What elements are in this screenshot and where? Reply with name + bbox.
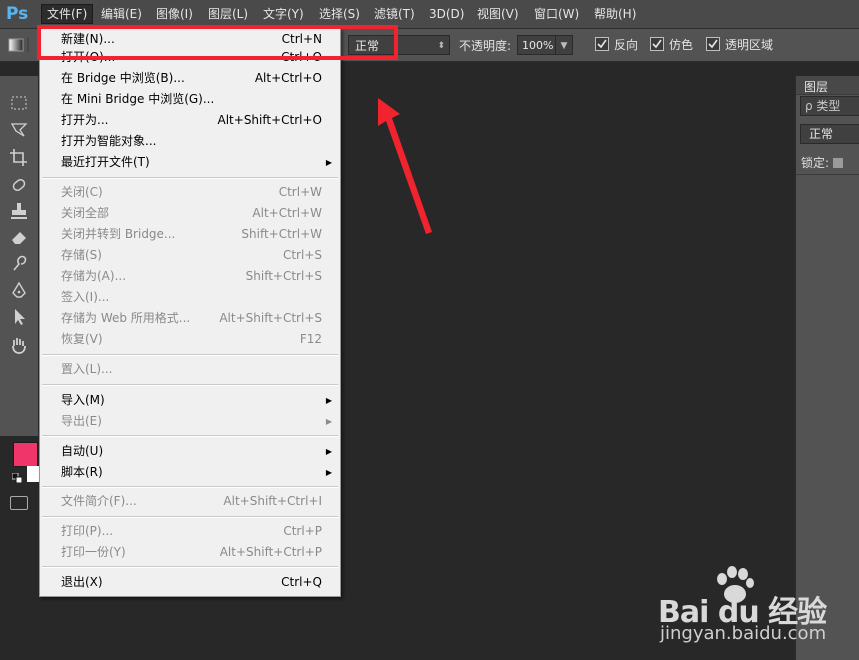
menu-edit[interactable]: 编辑(E) [96, 5, 147, 23]
menu-item-recent-files[interactable]: 最近打开文件(T) ▶ [40, 152, 340, 173]
menu-separator [42, 486, 338, 488]
menu-item-revert[interactable]: 恢复(V) F12 [40, 329, 340, 350]
gradient-preset-icon[interactable] [8, 36, 34, 54]
submenu-arrow-icon: ▶ [325, 396, 332, 405]
path-selection-icon[interactable] [6, 306, 32, 328]
photoshop-logo: Ps [6, 4, 29, 24]
menu-item-save[interactable]: 存储(S) Ctrl+S [40, 245, 340, 266]
checkbox-check-icon [595, 37, 609, 51]
menu-separator [42, 177, 338, 179]
reverse-checkbox[interactable]: 反向 [595, 37, 638, 53]
watermark-url: jingyan.baidu.com [660, 623, 827, 644]
background-color-swatch[interactable] [27, 466, 39, 482]
menu-separator [42, 435, 338, 437]
layer-blend-mode-select[interactable]: 正常 [800, 124, 859, 144]
menu-item-close-all[interactable]: 关闭全部 Alt+Ctrl+W [40, 203, 340, 224]
menu-item-scripts[interactable]: 脚本(R) ▶ [40, 462, 340, 483]
menu-item-export[interactable]: 导出(E) ▶ [40, 411, 340, 432]
transparency-label: 透明区域 [725, 38, 774, 52]
menu-layer[interactable]: 图层(L) [203, 5, 253, 23]
menu-item-open-smart-object[interactable]: 打开为智能对象... [40, 131, 340, 152]
opacity-field[interactable]: 100% ▼ [517, 35, 573, 55]
eraser-tool-icon[interactable] [6, 226, 32, 248]
tools-panel [0, 76, 39, 510]
hand-tool-icon[interactable] [6, 334, 32, 356]
menu-item-close[interactable]: 关闭(C) Ctrl+W [40, 182, 340, 203]
marquee-tool-icon[interactable] [6, 92, 32, 114]
opacity-label: 不透明度: [459, 39, 512, 53]
updown-arrow-icon: ⬍ [437, 41, 445, 51]
checkbox-check-icon [706, 37, 720, 51]
menu-item-save-for-web[interactable]: 存储为 Web 所用格式... Alt+Shift+Ctrl+S [40, 308, 340, 329]
menu-item-place[interactable]: 置入(L)... [40, 359, 340, 380]
file-menu-dropdown: 新建(N)... Ctrl+N 打开(O)... Ctrl+O 在 Bridge 中… [39, 28, 341, 597]
opacity-value: 100% [522, 39, 554, 52]
transparency-checkbox[interactable]: 透明区域 [706, 37, 773, 53]
submenu-arrow-icon: ▶ [325, 447, 332, 456]
menu-item-print-one-copy[interactable]: 打印一份(Y) Alt+Shift+Ctrl+P [40, 542, 340, 563]
menu-type[interactable]: 文字(Y) [258, 5, 309, 23]
menu-item-print[interactable]: 打印(P)... Ctrl+P [40, 521, 340, 542]
default-colors-icon[interactable] [11, 472, 23, 484]
chevron-down-icon[interactable]: ▼ [555, 36, 572, 54]
menu-item-check-in[interactable]: 签入(I)... [40, 287, 340, 308]
menu-file[interactable]: 文件(F) [41, 4, 94, 24]
submenu-arrow-icon: ▶ [325, 158, 332, 167]
dither-checkbox[interactable]: 仿色 [650, 37, 693, 53]
healing-brush-icon[interactable] [6, 174, 32, 196]
red-arrow-annotation-icon [378, 98, 432, 234]
highlight-annotation-box [37, 25, 398, 60]
divider [796, 174, 859, 175]
layer-filter-select[interactable]: ρ 类型 [800, 96, 859, 116]
menu-item-browse-bridge[interactable]: 在 Bridge 中浏览(B)... Alt+Ctrl+O [40, 68, 340, 89]
submenu-arrow-icon: ▶ [325, 468, 332, 477]
menu-separator [42, 516, 338, 518]
menu-window[interactable]: 窗口(W) [529, 5, 584, 23]
menu-filter[interactable]: 滤镜(T) [369, 5, 420, 23]
lock-transparent-pixels-icon[interactable] [833, 158, 844, 168]
dither-label: 仿色 [669, 38, 694, 52]
reverse-label: 反向 [614, 38, 639, 52]
smudge-tool-icon[interactable] [6, 252, 32, 274]
lasso-tool-icon[interactable] [6, 118, 32, 140]
crop-tool-icon[interactable] [6, 146, 32, 168]
menu-select[interactable]: 选择(S) [314, 5, 365, 23]
menu-3d[interactable]: 3D(D) [424, 5, 469, 23]
menu-separator [42, 566, 338, 568]
layers-tab-label: 图层 [804, 80, 829, 94]
menu-item-import[interactable]: 导入(M) ▶ [40, 390, 340, 411]
menu-item-close-go-bridge[interactable]: 关闭并转到 Bridge... Shift+Ctrl+W [40, 224, 340, 245]
menu-item-browse-mini-bridge[interactable]: 在 Mini Bridge 中浏览(G)... [40, 89, 340, 110]
submenu-arrow-icon: ▶ [325, 417, 332, 426]
quick-mask-icon[interactable] [10, 496, 28, 510]
menu-separator [42, 384, 338, 386]
menu-help[interactable]: 帮助(H) [589, 5, 641, 23]
menu-image[interactable]: 图像(I) [151, 5, 198, 23]
lock-label: 锁定: [801, 156, 830, 170]
menu-item-save-as[interactable]: 存储为(A)... Shift+Ctrl+S [40, 266, 340, 287]
stamp-tool-icon[interactable] [6, 200, 32, 222]
menu-item-exit[interactable]: 退出(X) Ctrl+Q [40, 572, 340, 593]
tab-layers[interactable]: 图层 [796, 76, 859, 95]
foreground-color-swatch[interactable] [13, 442, 38, 467]
menu-item-open-as[interactable]: 打开为... Alt+Shift+Ctrl+O [40, 110, 340, 131]
lock-row: 锁定: [801, 154, 844, 171]
baidu-jingyan-watermark: Bai du 经验 jingyan.baidu.com [650, 565, 850, 655]
menu-item-file-info[interactable]: 文件简介(F)... Alt+Shift+Ctrl+I [40, 491, 340, 512]
menu-separator [42, 354, 338, 356]
menu-item-automate[interactable]: 自动(U) ▶ [40, 441, 340, 462]
checkbox-check-icon [650, 37, 664, 51]
menu-view[interactable]: 视图(V) [472, 5, 524, 23]
pen-tool-icon[interactable] [6, 280, 32, 302]
